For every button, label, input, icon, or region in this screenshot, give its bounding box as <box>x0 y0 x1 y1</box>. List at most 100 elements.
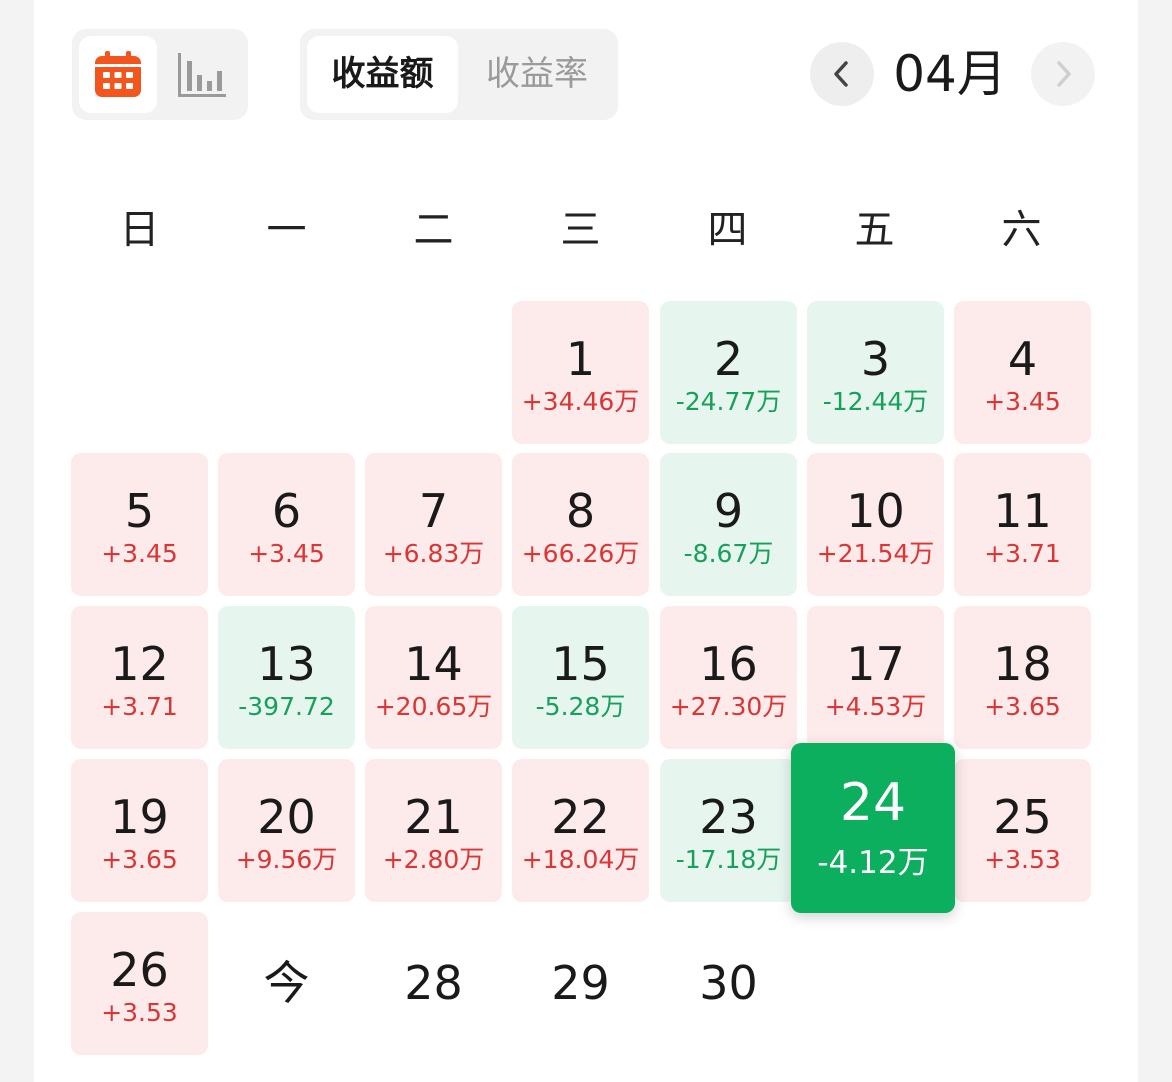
day-cell[interactable]: 15 -5.28万 <box>512 606 649 749</box>
day-profit: +21.54万 <box>816 539 935 568</box>
day-cell[interactable]: 9 -8.67万 <box>660 453 797 596</box>
weekday-wed: 三 <box>560 207 601 253</box>
day-cell[interactable]: 6 +3.45 <box>218 453 355 596</box>
day-cell[interactable]: 26 +3.53 <box>71 912 208 1055</box>
day-profit: +27.30万 <box>669 692 788 721</box>
day-cell[interactable]: 5 +3.45 <box>71 453 208 596</box>
day-cell[interactable]: 25 +3.53 <box>954 759 1091 902</box>
calendar-view-button[interactable] <box>79 36 157 113</box>
day-profit: +3.45 <box>248 539 325 568</box>
current-month: 04月 <box>893 45 1007 103</box>
day-cell-selected[interactable]: 24 -4.12万 <box>791 743 955 913</box>
tab-profit-rate[interactable]: 收益率 <box>462 36 612 113</box>
day-profit: -4.12万 <box>817 845 929 881</box>
bar-chart-icon <box>178 53 226 97</box>
day-cell[interactable]: 21 +2.80万 <box>365 759 502 902</box>
day-cell[interactable]: 20 +9.56万 <box>218 759 355 902</box>
day-number: 3 <box>860 332 891 386</box>
day-cell[interactable]: 7 +6.83万 <box>365 453 502 596</box>
day-profit: +34.46万 <box>521 387 640 416</box>
day-cell[interactable]: 30 <box>660 912 797 1055</box>
day-number: 21 <box>404 790 463 844</box>
day-number: 14 <box>404 637 463 691</box>
day-cell[interactable]: 17 +4.53万 <box>807 606 944 749</box>
day-cell[interactable]: 23 -17.18万 <box>660 759 797 902</box>
day-number: 10 <box>846 484 905 538</box>
day-cell[interactable]: 13 -397.72 <box>218 606 355 749</box>
day-number: 9 <box>713 484 744 538</box>
day-cell-today[interactable]: 今 <box>218 912 355 1055</box>
day-cell[interactable]: 16 +27.30万 <box>660 606 797 749</box>
day-profit: +18.04万 <box>521 845 640 874</box>
metric-segmented-control: 收益额 收益率 <box>300 29 618 120</box>
day-profit: +3.65 <box>984 692 1061 721</box>
weekday-mon: 一 <box>266 207 307 253</box>
weekday-fri: 五 <box>854 207 895 253</box>
day-cell[interactable]: 10 +21.54万 <box>807 453 944 596</box>
day-cell[interactable]: 8 +66.26万 <box>512 453 649 596</box>
day-number: 16 <box>699 637 758 691</box>
chevron-left-icon <box>834 61 848 87</box>
day-profit: +6.83万 <box>382 539 485 568</box>
day-cell[interactable]: 2 -24.77万 <box>660 301 797 444</box>
day-cell[interactable]: 22 +18.04万 <box>512 759 649 902</box>
day-profit: +3.71 <box>101 692 178 721</box>
day-number: 20 <box>257 790 316 844</box>
day-cell[interactable]: 29 <box>512 912 649 1055</box>
day-profit: +4.53万 <box>824 692 927 721</box>
day-number: 11 <box>993 484 1052 538</box>
day-profit: +9.56万 <box>235 845 338 874</box>
day-cell[interactable]: 19 +3.65 <box>71 759 208 902</box>
day-number: 5 <box>124 484 155 538</box>
day-number: 22 <box>551 790 610 844</box>
day-cell[interactable]: 12 +3.71 <box>71 606 208 749</box>
weekday-tue: 二 <box>413 207 454 253</box>
day-profit: -24.77万 <box>675 387 782 416</box>
day-number: 18 <box>993 637 1052 691</box>
day-profit: +3.45 <box>101 539 178 568</box>
day-cell[interactable]: 1 +34.46万 <box>512 301 649 444</box>
day-cell[interactable]: 18 +3.65 <box>954 606 1091 749</box>
day-cell[interactable]: 28 <box>365 912 502 1055</box>
weekday-sun: 日 <box>119 207 160 253</box>
day-cell[interactable]: 14 +20.65万 <box>365 606 502 749</box>
chart-view-button[interactable] <box>163 36 241 113</box>
day-profit: +2.80万 <box>382 845 485 874</box>
day-number: 15 <box>551 637 610 691</box>
day-number: 8 <box>565 484 596 538</box>
view-switch <box>72 29 248 120</box>
day-number: 24 <box>839 773 907 833</box>
calendar-icon <box>95 51 141 97</box>
day-cell[interactable]: 3 -12.44万 <box>807 301 944 444</box>
weekday-sat: 六 <box>1001 207 1042 253</box>
prev-month-button[interactable] <box>810 42 874 106</box>
tab-profit-amount[interactable]: 收益额 <box>307 36 458 113</box>
day-number: 今 <box>263 956 310 1010</box>
day-number: 4 <box>1007 332 1038 386</box>
day-profit: +66.26万 <box>521 539 640 568</box>
day-number: 25 <box>993 790 1052 844</box>
day-profit: +3.65 <box>101 845 178 874</box>
next-month-button[interactable] <box>1031 42 1095 106</box>
day-number: 7 <box>418 484 449 538</box>
day-profit: +20.65万 <box>374 692 493 721</box>
day-profit: +3.71 <box>984 539 1061 568</box>
day-number: 30 <box>699 956 758 1010</box>
day-number: 28 <box>404 956 463 1010</box>
weekday-thu: 四 <box>707 207 748 253</box>
day-cell[interactable]: 4 +3.45 <box>954 301 1091 444</box>
day-number: 23 <box>699 790 758 844</box>
day-profit: +3.45 <box>984 387 1061 416</box>
day-profit: -5.28万 <box>535 692 626 721</box>
day-number: 17 <box>846 637 905 691</box>
day-profit: -8.67万 <box>683 539 774 568</box>
day-number: 13 <box>257 637 316 691</box>
day-number: 1 <box>565 332 596 386</box>
day-number: 12 <box>110 637 169 691</box>
day-profit: -12.44万 <box>822 387 929 416</box>
day-number: 26 <box>110 943 169 997</box>
day-profit: +3.53 <box>984 845 1061 874</box>
day-cell[interactable]: 11 +3.71 <box>954 453 1091 596</box>
day-profit: -17.18万 <box>675 845 782 874</box>
day-profit: +3.53 <box>101 998 178 1027</box>
